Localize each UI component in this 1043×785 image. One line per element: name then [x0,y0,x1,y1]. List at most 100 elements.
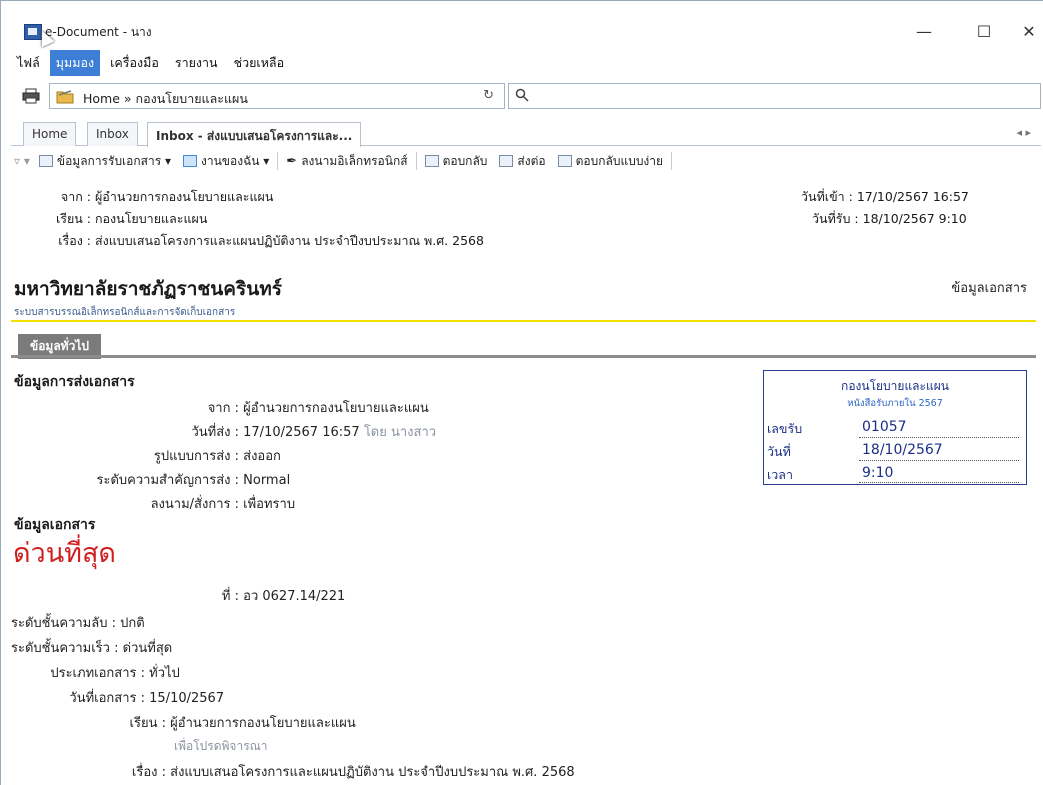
receipt-date-label: วันที่ [767,444,791,459]
doc-to-label: เรียน : [129,716,166,731]
doc-date-value: 15/10/2567 [149,691,225,706]
doc-info-label: ข้อมูลเอกสาร [951,281,1027,296]
sent-date-label: วันที่ส่ง : [191,425,239,440]
close-button[interactable]: ✕ [1014,19,1043,43]
doc-number-value: อว 0627.14/221 [243,589,346,604]
title-bar: e-Document - นาง — ☐ ✕ [1,1,1043,48]
printer-icon [22,88,40,104]
quick-reply-button[interactable]: ตอบกลับแบบง่าย [552,150,669,172]
send-priority-label: ระดับความสำคัญการส่ง : [96,473,239,488]
receive-info-label: ข้อมูลการรับเอกสาร [56,153,162,168]
receipt-date-value: 18/10/2567 [862,442,943,458]
to-value: กองนโยบายและแผน [94,211,208,226]
receipt-number-value: 01057 [862,419,907,435]
menu-help[interactable]: ช่วยเหลือ [228,50,291,76]
app-window: e-Document - นาง — ☐ ✕ ไฟล์ มุมมอง เครื่… [0,0,1043,785]
doc-type-value: ทั่วไป [149,666,180,681]
folder-home-icon [56,90,74,104]
tab-strip: Home Inbox Inbox - ส่งแบบเสนอโครงการและ.… [11,122,1041,147]
menu-view[interactable]: มุมมอง [49,50,101,76]
urgency-badge: ด่วนที่สุด [13,538,116,569]
maximize-button[interactable]: ☐ [964,19,1004,43]
dotted-line [859,460,1019,461]
window-title: e-Document - นาง [45,25,152,39]
doc-to-value: ผู้อำนวยการกองนโยบายและแผน [170,716,356,731]
in-date-value: 17/10/2567 16:57 [856,189,969,204]
menu-tools[interactable]: เครื่องมือ [104,50,165,76]
receipt-org: กองนโยบายและแผน [841,379,949,393]
dotted-line [859,482,1019,483]
e-signature-button[interactable]: ✒ ลงนามอิเล็กทรอนิกส์ [280,150,413,172]
my-tasks-button[interactable]: งานของฉัน ▾ [177,150,275,172]
reload-icon[interactable]: ↻ [483,88,494,103]
send-from-label: จาก : [207,401,239,416]
doc-date-label: วันที่เอกสาร : [69,691,145,706]
tab-inbox[interactable]: Inbox [87,122,138,146]
doc-to-note: เพื่อโปรดพิจารณา [174,739,268,753]
tab-inbox-document[interactable]: Inbox - ส่งแบบเสนอโครงการและ... [147,122,362,147]
address-field[interactable]: Home » กองนโยบายและแผน ↻ [49,83,505,109]
menu-bar: ไฟล์ มุมมอง เครื่องมือ รายงาน ช่วยเหลือ [11,50,294,76]
order-value: เพื่อทราบ [243,497,296,512]
subject-label: เรื่อง : [58,233,91,248]
doc-type-label: ประเภทเอกสาร : [50,666,145,681]
from-value: ผู้อำนวยการกองนโยบายและแผน [94,189,274,204]
reply-label: ตอบกลับ [442,153,488,168]
send-method-value: ส่งออก [243,449,281,464]
toolbar-dropdown-icon[interactable]: ▿ ▾ [11,150,33,172]
tab-home[interactable]: Home [23,122,77,146]
secrecy-label: ระดับชั้นความลับ : [11,616,116,631]
pen-icon: ✒ [286,153,298,169]
send-priority-value: Normal [243,473,291,488]
dotted-line [859,437,1019,438]
receipt-time-label: เวลา [767,467,793,482]
toolbar-separator [277,152,279,170]
divider [11,355,1036,358]
from-label: จาก : [60,189,91,204]
receipt-number-label: เลขรับ [767,421,803,436]
quick-reply-label: ตอบกลับแบบง่าย [575,153,664,168]
forward-button[interactable]: ส่งต่อ [493,150,551,172]
my-tasks-label: งานของฉัน [201,153,260,168]
system-subtitle: ระบบสารบรรณอิเล็กทรอนิกส์และการจัดเก็บเอ… [14,307,236,318]
sent-by-value: โดย นางสาว [363,425,437,440]
toolbar-separator [671,152,673,170]
menu-reports[interactable]: รายงาน [169,50,224,76]
toolbar-separator [415,152,417,170]
receive-info-button[interactable]: ข้อมูลการรับเอกสาร ▾ [33,150,177,172]
sent-date-value: 17/10/2567 16:57 [243,425,360,440]
in-date-label: วันที่เข้า : [801,189,853,204]
search-icon [515,88,529,102]
recv-date-value: 18/10/2567 9:10 [862,211,967,226]
receipt-time-value: 9:10 [862,465,894,481]
doc-number-label: ที่ : [221,589,239,604]
e-signature-label: ลงนามอิเล็กทรอนิกส์ [301,153,408,168]
send-from-value: ผู้อำนวยการกองนโยบายและแผน [243,401,429,416]
order-label: ลงนาม/สั่งการ : [150,497,239,512]
recv-date-label: วันที่รับ : [812,211,859,226]
secrecy-value: ปกติ [120,616,145,631]
search-input[interactable] [508,83,1041,109]
subject-value: ส่งแบบเสนอโครงการและแผนปฏิบัติงาน ประจำป… [94,233,484,248]
reply-button[interactable]: ตอบกลับ [419,150,494,172]
menu-file[interactable]: ไฟล์ [11,50,46,76]
address-path: Home » กองนโยบายและแผน [83,91,248,106]
tab-scroll-arrows-icon[interactable]: ◂ ▸ [1016,126,1031,139]
receipt-subtitle: หนังสือรับภายใน 2567 [847,398,943,409]
speed-label: ระดับชั้นความเร็ว : [11,641,119,656]
speed-value: ด่วนที่สุด [122,641,173,656]
quick-reply-icon [557,155,572,167]
address-bar: Home » กองนโยบายและแผน ↻ [11,83,1041,109]
forward-label: ส่งต่อ [517,153,546,168]
receipt-stamp: กองนโยบายและแผน หนังสือรับภายใน 2567 เลข… [763,370,1027,485]
org-title: มหาวิทยาลัยราชภัฏราชนครินทร์ [14,278,282,300]
print-button[interactable] [20,86,42,106]
send-method-label: รูปแบบการส่ง : [153,449,239,464]
doc-subject-label: เรื่อง : [131,765,166,780]
doc-subject-value: ส่งแบบเสนอโครงการและแผนปฏิบัติงาน ประจำป… [170,765,575,780]
document-icon [38,155,53,167]
reply-icon [424,155,439,167]
forward-icon [499,155,514,167]
minimize-button[interactable]: — [904,19,944,43]
tasks-icon [183,155,197,167]
